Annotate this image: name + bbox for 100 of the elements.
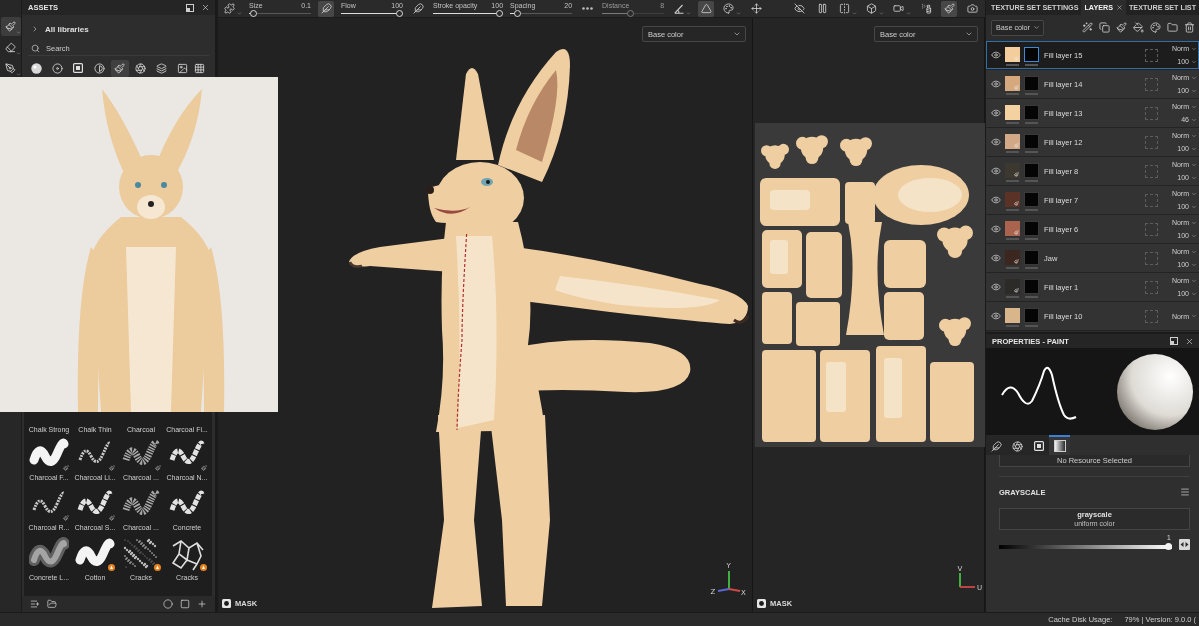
eye-icon[interactable] xyxy=(991,195,1001,205)
copy-icon[interactable] xyxy=(1099,22,1110,33)
properties-tab[interactable] xyxy=(1049,435,1070,455)
eye-icon[interactable] xyxy=(991,311,1001,321)
eraser-icon xyxy=(5,42,16,53)
chevron-right-icon[interactable] xyxy=(31,25,39,33)
slider-thumb[interactable] xyxy=(396,9,403,17)
paintbrush-icon[interactable] xyxy=(1116,22,1127,33)
toolbar-button[interactable] xyxy=(748,0,765,17)
toolbar-button[interactable] xyxy=(318,0,334,17)
slider-thumb[interactable] xyxy=(1165,543,1172,550)
circle-icon[interactable] xyxy=(163,599,173,609)
asset-filter-tab[interactable] xyxy=(111,59,129,77)
mask-thumbnail xyxy=(1024,250,1039,265)
square-icon[interactable] xyxy=(180,599,190,609)
close-icon[interactable] xyxy=(1185,336,1194,346)
grayscale-slider-track[interactable] xyxy=(999,543,1172,550)
image-icon xyxy=(176,62,188,74)
slider-thumb[interactable] xyxy=(514,9,522,17)
chevron-down-icon xyxy=(1033,24,1040,31)
dotted-square-icon xyxy=(1145,251,1158,265)
folder-icon[interactable] xyxy=(1167,22,1178,33)
eye-icon[interactable] xyxy=(991,282,1001,292)
toolbar-button[interactable] xyxy=(837,0,858,17)
slider-thumb[interactable] xyxy=(250,9,258,17)
menu-icon[interactable] xyxy=(1180,487,1190,497)
mask-thumbnail xyxy=(1024,192,1039,207)
dots-icon xyxy=(581,7,593,10)
disc-icon xyxy=(52,62,64,74)
cube-icon xyxy=(866,3,878,14)
dotted-square-icon xyxy=(1145,135,1158,149)
mask-thumbnail xyxy=(1024,279,1039,294)
pause-icon xyxy=(816,3,828,14)
feather-icon xyxy=(991,440,1002,452)
eye-off-icon xyxy=(793,3,805,14)
triangle-icon xyxy=(700,3,712,14)
eye-icon[interactable] xyxy=(991,50,1001,60)
mask-thumbnail xyxy=(1024,221,1039,236)
palette-icon[interactable] xyxy=(1150,22,1161,33)
toolbar-button[interactable] xyxy=(698,0,715,17)
grid-icon[interactable] xyxy=(194,62,205,74)
dotted-square-icon xyxy=(1145,77,1158,91)
axis-gizmo-icon xyxy=(717,570,741,592)
mask-thumbnail xyxy=(1024,308,1039,323)
dot-square-icon xyxy=(1033,441,1044,451)
toolbar-button[interactable] xyxy=(941,0,958,17)
puzzle-icon xyxy=(224,3,235,14)
mask-thumbnail xyxy=(1024,76,1039,91)
dotted-square-icon xyxy=(1145,280,1158,294)
eye-icon[interactable] xyxy=(991,108,1001,118)
properties-tab[interactable] xyxy=(986,435,1007,455)
dotted-square-icon xyxy=(1145,106,1158,120)
properties-tab[interactable] xyxy=(1028,435,1049,455)
float-icon[interactable] xyxy=(186,3,194,12)
caret-icon xyxy=(15,72,21,77)
feather-icon xyxy=(412,3,424,14)
video-camera-icon xyxy=(893,3,905,14)
tool-button[interactable] xyxy=(0,17,21,36)
eye-icon[interactable] xyxy=(991,224,1001,234)
spray-can-icon xyxy=(920,3,932,14)
paintbrush-icon xyxy=(5,21,16,32)
search-icon xyxy=(31,43,40,53)
paint-bucket-icon[interactable] xyxy=(1133,22,1144,33)
plus-icon[interactable] xyxy=(197,599,207,609)
axis-gizmo-icon xyxy=(959,572,976,588)
trash-icon[interactable] xyxy=(1184,22,1195,33)
chevron-down-icon xyxy=(965,30,973,38)
dotted-square-icon xyxy=(1145,164,1158,178)
dotted-square-icon xyxy=(1145,193,1158,207)
folder-icon[interactable] xyxy=(47,599,57,609)
dot-square-icon xyxy=(73,63,84,73)
magic-wand-icon[interactable] xyxy=(1082,22,1093,33)
library-selector[interactable]: All libraries xyxy=(45,24,89,34)
paintbrush-icon xyxy=(114,62,126,74)
float-icon[interactable] xyxy=(1170,337,1178,345)
aperture-icon xyxy=(1012,440,1023,452)
toolbar-button[interactable] xyxy=(721,0,742,17)
toolbar-button[interactable] xyxy=(791,0,808,17)
eye-icon[interactable] xyxy=(991,79,1001,89)
palette-icon xyxy=(723,3,735,14)
chevron-down-icon xyxy=(1191,313,1197,319)
contrast-icon xyxy=(93,62,105,74)
eye-icon[interactable] xyxy=(991,137,1001,147)
swap-icon[interactable] xyxy=(1179,539,1190,550)
toolbar-button[interactable] xyxy=(222,0,242,17)
dotted-square-icon xyxy=(1145,309,1158,323)
feather-icon xyxy=(320,3,332,14)
slider-thumb[interactable] xyxy=(496,9,504,17)
eye-icon[interactable] xyxy=(991,166,1001,176)
chevron-down-icon xyxy=(733,30,741,38)
close-icon[interactable] xyxy=(1115,4,1123,11)
mask-icon[interactable] xyxy=(222,599,231,608)
camera-icon xyxy=(966,3,978,14)
toolbar-button[interactable] xyxy=(410,0,426,17)
list-plus-icon[interactable] xyxy=(30,599,40,609)
move-icon xyxy=(750,3,762,14)
mask-icon[interactable] xyxy=(757,599,766,608)
close-icon[interactable] xyxy=(201,3,210,12)
eye-icon[interactable] xyxy=(991,253,1001,263)
toolbar-button[interactable] xyxy=(864,0,885,17)
